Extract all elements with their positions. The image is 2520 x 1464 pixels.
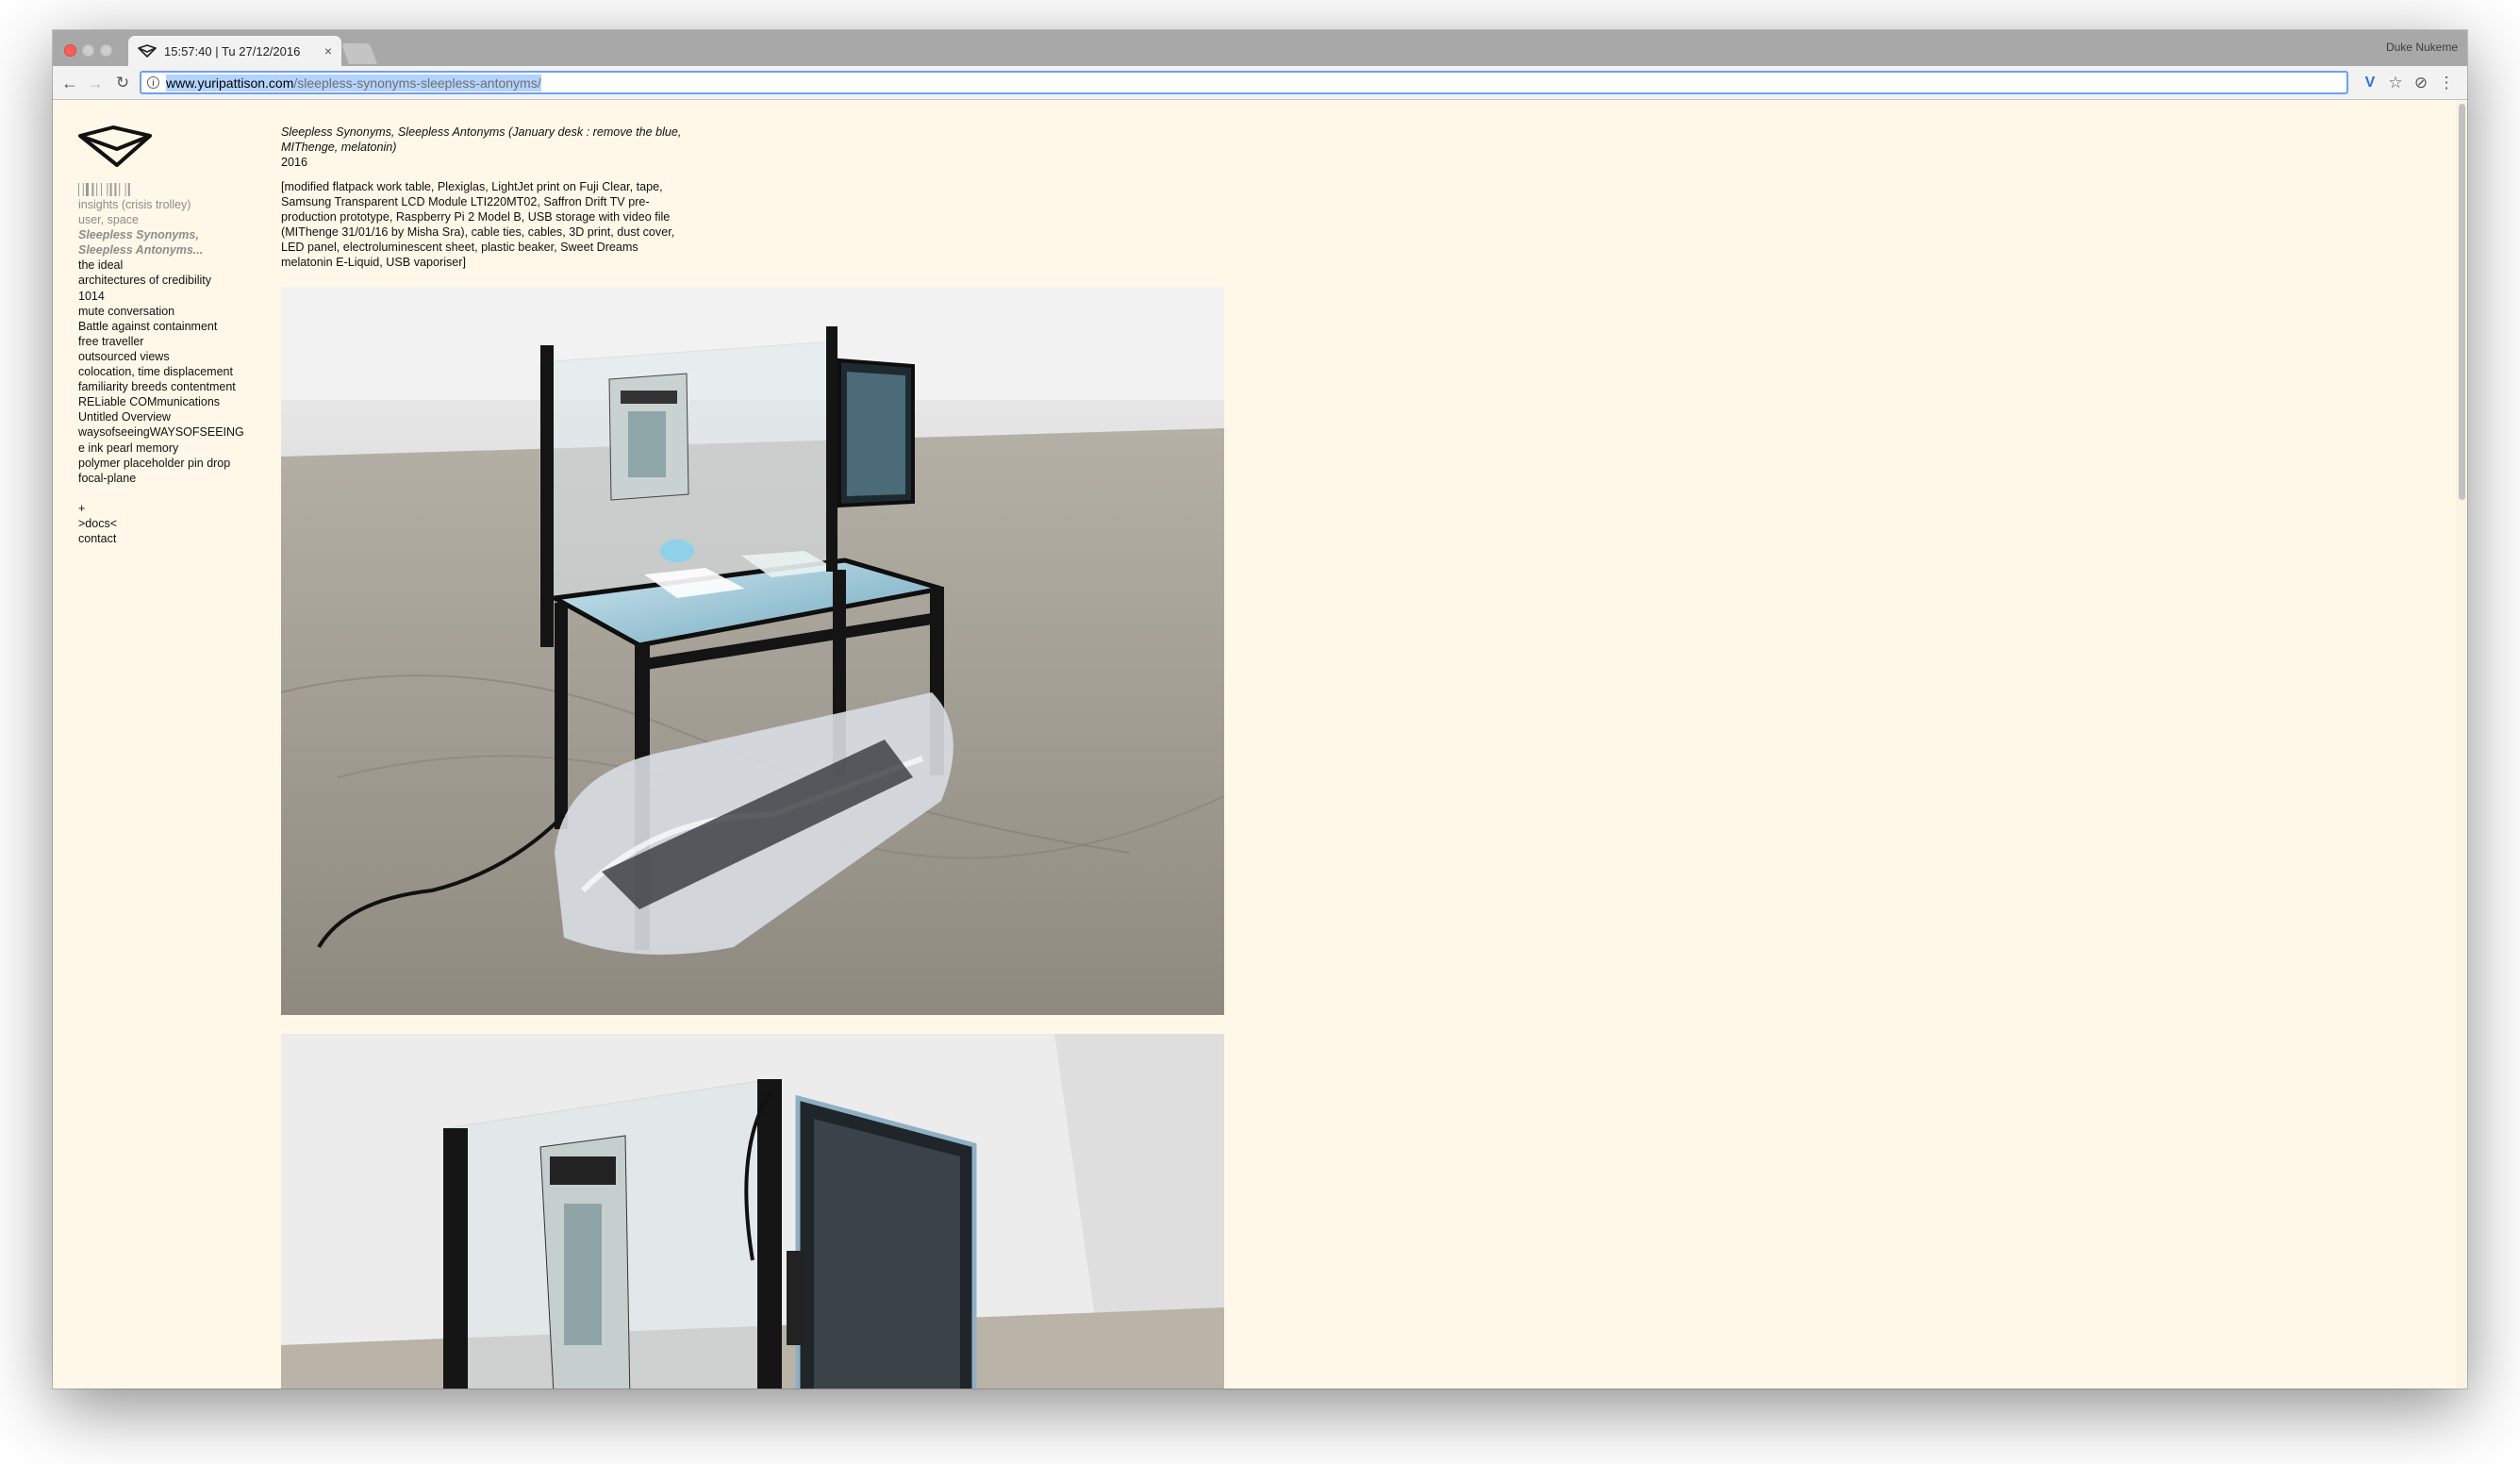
barcode-bar (109, 183, 112, 196)
work-title-line-1: Sleepless Synonyms, Sleepless Antonyms (… (281, 125, 682, 139)
barcode-bar (101, 183, 102, 196)
url-path: /sleepless-synonyms-sleepless-antonyms/ (293, 75, 541, 91)
sidebar-item[interactable]: 1014 (78, 289, 257, 304)
sidebar-list: insights (crisis trolley) user, space Slee… (78, 197, 257, 486)
barcode-bar (91, 183, 94, 196)
extension-v-icon[interactable]: V (2360, 72, 2380, 94)
sidebar-item[interactable]: architectures of credibility (78, 273, 257, 288)
scrollbar-thumb[interactable] (2459, 104, 2465, 500)
sidebar-footer-link[interactable]: >docs< (78, 516, 257, 531)
sidebar-item[interactable]: Untitled Overview (78, 409, 257, 424)
sidebar-item[interactable]: waysofseeingWAYSOFSEEING (78, 424, 257, 440)
sidebar-item[interactable]: user, space (78, 212, 257, 227)
url-text[interactable]: www.yuripattison.com/sleepless-synonyms-… (166, 74, 541, 92)
barcode-bar (124, 183, 126, 196)
page-viewport: insights (crisis trolley) user, space Slee… (53, 100, 2467, 1389)
sidebar-item[interactable]: focal-plane (78, 471, 257, 486)
sidebar-item[interactable]: the ideal (78, 258, 257, 273)
bookmark-star-icon[interactable]: ☆ (2385, 72, 2406, 94)
artwork-photo-1 (281, 287, 1224, 1015)
tab-close-icon[interactable]: × (324, 43, 332, 58)
url-host: www.yuripattison.com (166, 75, 294, 91)
scrollbar-track[interactable] (2456, 100, 2467, 1389)
material-line: (MIThenge 31/01/16 by Misha Sra), cable … (281, 225, 675, 239)
extension-ghost-icon[interactable]: ⊘ (2411, 72, 2431, 94)
barcode-bar (107, 183, 108, 196)
barcode-bar (96, 183, 98, 196)
sidebar-item[interactable]: outsourced views (78, 349, 257, 364)
sidebar-item[interactable]: colocation, time displacement (78, 364, 257, 379)
tab-strip: 15:57:40 | Tu 27/12/2016 × Duke Nukeme (53, 30, 2467, 66)
reload-icon[interactable]: ↻ (111, 72, 134, 94)
work-title-line-2: MIThenge, melatonin) (281, 141, 397, 154)
material-line: [modified flatpack work table, Plexiglas… (281, 180, 663, 193)
material-line: production prototype, Raspberry Pi 2 Mod… (281, 210, 671, 224)
work-materials: [modified flatpack work table, Plexiglas… (281, 179, 715, 270)
sidebar-item[interactable]: Sleepless Synonyms, (78, 227, 257, 242)
sidebar-footer: + >docs< contact (78, 501, 257, 546)
sidebar-item[interactable]: free traveller (78, 334, 257, 349)
window-minimize-button[interactable] (82, 44, 94, 57)
window-close-button[interactable] (64, 44, 76, 57)
material-line: LED panel, electroluminescent sheet, pla… (281, 241, 638, 254)
tab-title: 15:57:40 | Tu 27/12/2016 (164, 43, 301, 58)
barcode-bar (82, 183, 84, 196)
sidebar-item[interactable]: e ink pearl memory (78, 441, 257, 456)
work-caption: Sleepless Synonyms, Sleepless Antonyms (… (281, 125, 715, 270)
browser-window: 15:57:40 | Tu 27/12/2016 × Duke Nukeme ←… (53, 30, 2467, 1389)
forward-arrow-icon[interactable]: → (84, 72, 107, 94)
barcode-graphic (78, 183, 130, 196)
sidebar-item[interactable]: Sleepless Antonyms... (78, 242, 257, 258)
barcode-bar (119, 183, 121, 196)
sidebar-nav: insights (crisis trolley) user, space Slee… (78, 197, 257, 546)
barcode-bar (86, 183, 89, 196)
browser-toolbar: ← → ↻ i www.yuripattison.com/sleepless-s… (53, 66, 2467, 100)
back-arrow-icon[interactable]: ← (58, 72, 81, 94)
sidebar-item[interactable]: Battle against containment (78, 319, 257, 334)
new-tab-button[interactable] (340, 43, 378, 64)
sidebar-item[interactable]: familiarity breeds contentment (78, 379, 257, 394)
address-bar[interactable]: i www.yuripattison.com/sleepless-synonym… (140, 71, 2348, 94)
sidebar-footer-link[interactable]: contact (78, 531, 257, 546)
sidebar-footer-link[interactable]: + (78, 501, 257, 516)
browser-tab-active[interactable]: 15:57:40 | Tu 27/12/2016 × (128, 36, 341, 66)
artwork-photo-1-illustration (281, 287, 1224, 1015)
page-info-icon[interactable]: i (147, 76, 159, 89)
sidebar-item[interactable]: insights (crisis trolley) (78, 197, 257, 212)
artwork-photo-2 (281, 1034, 1224, 1389)
sidebar-item[interactable]: RELiable COMmunications (78, 394, 257, 409)
material-line: melatonin E-Liquid, USB vaporiser] (281, 256, 466, 269)
site-logo-icon[interactable] (77, 125, 153, 168)
artwork-photo-2-illustration (281, 1034, 1224, 1389)
material-line: Samsung Transparent LCD Module LTI220MT0… (281, 195, 650, 208)
browser-menu-icon[interactable]: ⋮ (2436, 72, 2457, 94)
window-maximize-button[interactable] (100, 44, 112, 57)
sidebar-item[interactable]: polymer placeholder pin drop (78, 456, 257, 471)
work-year: 2016 (281, 156, 308, 169)
barcode-bar (114, 183, 117, 196)
barcode-bar (78, 183, 79, 196)
barcode-bar (127, 183, 130, 196)
sidebar-item[interactable]: mute conversation (78, 304, 257, 319)
profile-name[interactable]: Duke Nukeme (2386, 41, 2458, 54)
site-favicon-icon (138, 44, 157, 58)
